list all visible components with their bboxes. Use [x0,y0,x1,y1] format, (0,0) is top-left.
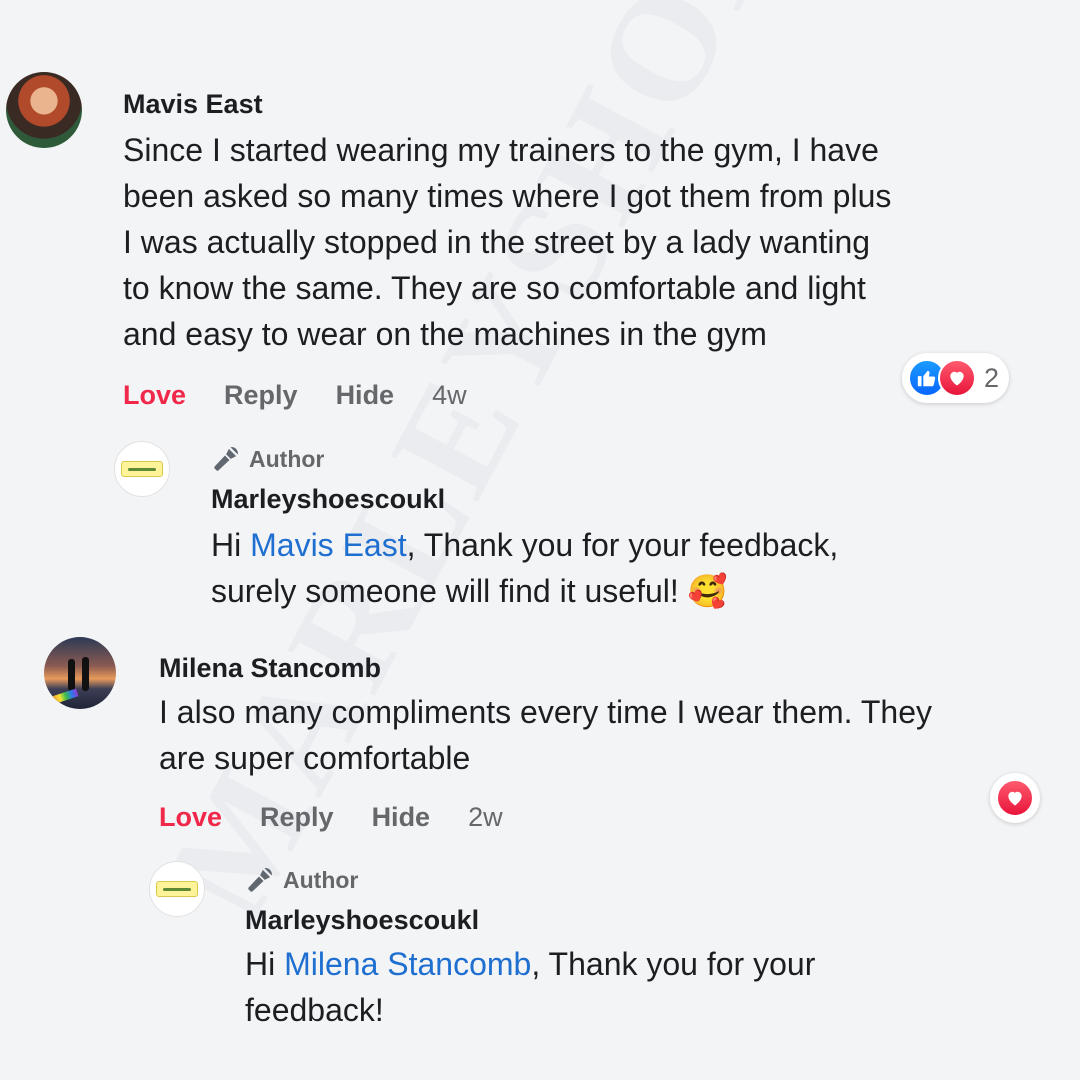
reply-text-line: surely someone will find it useful! 🥰 [211,573,728,609]
comment-actions: Love Reply Hide 2w [159,802,503,833]
author-badge-label: Author [283,866,359,893]
hide-button[interactable]: Hide [372,802,431,833]
avatar-mavis-east[interactable] [6,72,82,148]
love-button[interactable]: Love [159,802,222,833]
comment-author-name[interactable]: Milena Stancomb [159,653,381,684]
reply-author-name[interactable]: Marleyshoescoukl [245,905,479,936]
love-icon [996,779,1034,817]
comment-text-line: and easy to wear on the machines in the … [123,316,767,352]
mention-link[interactable]: Mavis East [250,527,406,563]
comment-text-line: I also many compliments every time I wea… [159,694,933,730]
brand-logo [156,881,198,897]
avatar-marleyshoescoukl[interactable] [114,441,170,497]
comment-text: I also many compliments every time I wea… [159,689,932,781]
comment-text: Since I started wearing my trainers to t… [123,127,891,357]
reply-text: Hi Mavis East, Thank you for your feedba… [211,522,838,614]
microphone-icon [214,446,238,471]
reply-text-line: feedback! [245,992,384,1028]
love-icon [938,359,976,397]
reply-greeting: Hi [245,946,285,982]
timestamp[interactable]: 4w [432,380,467,411]
mention-link[interactable]: Milena Stancomb [284,946,531,982]
reply-greeting: Hi [211,527,251,563]
reaction-count: 2 [984,362,1000,393]
reaction-summary[interactable]: 2 [902,353,1010,403]
author-badge: Author [245,865,358,895]
reply-button[interactable]: Reply [260,802,334,833]
comment-text-line: been asked so many times where I got the… [123,178,892,214]
reply-text-rest: , Thank you for your [531,946,816,982]
author-badge-label: Author [249,445,325,472]
timestamp[interactable]: 2w [468,802,503,833]
avatar-marleyshoescoukl[interactable] [149,861,205,917]
hide-button[interactable]: Hide [336,380,395,411]
comment-text-line: I was actually stopped in the street by … [123,224,871,260]
reply-author-name[interactable]: Marleyshoescoukl [211,484,445,515]
reply-button[interactable]: Reply [224,380,298,411]
comment-actions: Love Reply Hide 4w [123,380,467,411]
love-button[interactable]: Love [123,380,186,411]
reply-text-rest: , Thank you for your feedback, [406,527,839,563]
avatar-milena-stancomb[interactable] [44,637,116,709]
brand-logo [121,461,163,477]
comment-text-line: are super comfortable [159,740,471,776]
comment-text-line: to know the same. They are so comfortabl… [123,270,866,306]
microphone-icon [248,867,272,892]
comment-author-name[interactable]: Mavis East [123,89,263,120]
reaction-summary[interactable] [990,773,1040,823]
reply-text: Hi Milena Stancomb, Thank you for your f… [245,941,815,1033]
comment-text-line: Since I started wearing my trainers to t… [123,132,879,168]
author-badge: Author [211,444,324,474]
